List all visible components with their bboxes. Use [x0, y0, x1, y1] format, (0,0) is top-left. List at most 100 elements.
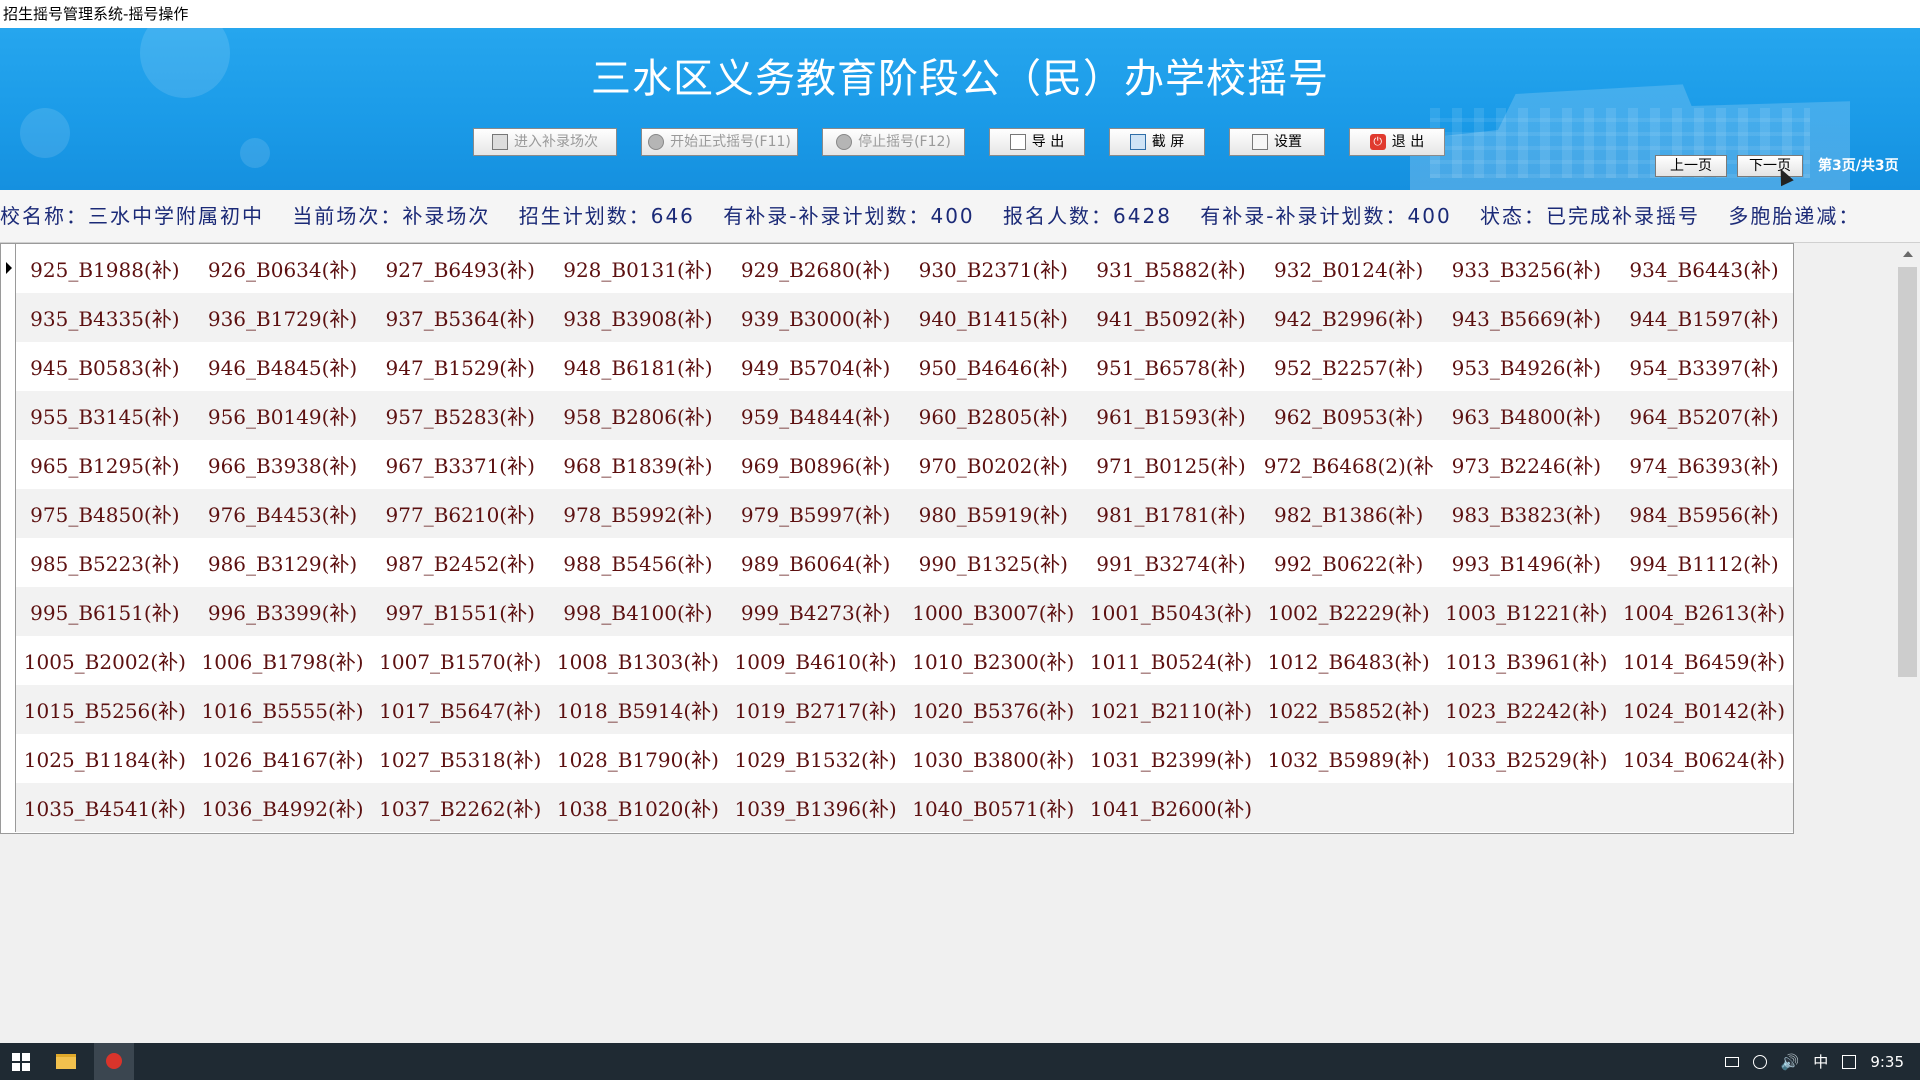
- grid-cell[interactable]: 954_B3397(补): [1615, 342, 1793, 391]
- grid-cell[interactable]: 977_B6210(补): [371, 489, 549, 538]
- grid-cell[interactable]: 930_B2371(补): [904, 244, 1082, 293]
- export-button[interactable]: 导 出: [989, 128, 1085, 156]
- grid-cell[interactable]: 990_B1325(补): [904, 538, 1082, 587]
- row-header[interactable]: [1, 734, 16, 783]
- grid-cell[interactable]: 931_B5882(补): [1082, 244, 1260, 293]
- battery-icon[interactable]: [1724, 1056, 1739, 1067]
- grid-cell[interactable]: 996_B3399(补): [194, 587, 372, 636]
- grid-cell[interactable]: 992_B0622(补): [1260, 538, 1438, 587]
- row-header[interactable]: [1, 685, 16, 734]
- grid-cell[interactable]: 972_B6468(2)(补: [1260, 440, 1438, 489]
- grid-cell[interactable]: 948_B6181(补): [549, 342, 727, 391]
- grid-cell[interactable]: 1015_B5256(补): [16, 685, 194, 734]
- grid-cell[interactable]: 969_B0896(补): [727, 440, 905, 489]
- grid-cell[interactable]: 1019_B2717(补): [727, 685, 905, 734]
- next-page-button[interactable]: 下一页: [1737, 155, 1803, 177]
- grid-cell[interactable]: 1010_B2300(补): [904, 636, 1082, 685]
- grid-row[interactable]: 1005_B2002(补) 1006_B1798(补) 1007_B1570(补) 1…: [1, 636, 1793, 685]
- grid-cell[interactable]: 950_B4646(补): [904, 342, 1082, 391]
- grid-cell[interactable]: 994_B1112(补): [1615, 538, 1793, 587]
- grid-cell[interactable]: 1002_B2229(补): [1260, 587, 1438, 636]
- grid-cell[interactable]: 960_B2805(补): [904, 391, 1082, 440]
- row-header[interactable]: [1, 783, 16, 832]
- row-header[interactable]: [1, 440, 16, 489]
- grid-cell[interactable]: 981_B1781(补): [1082, 489, 1260, 538]
- grid-row[interactable]: 1015_B5256(补) 1016_B5555(补) 1017_B5647(补) 1…: [1, 685, 1793, 734]
- grid-row[interactable]: 925_B1988(补) 926_B0634(补) 927_B6493(补) 928_…: [1, 244, 1793, 293]
- grid-row[interactable]: 945_B0583(补) 946_B4845(补) 947_B1529(补) 948_…: [1, 342, 1793, 391]
- grid-cell[interactable]: 936_B1729(补): [194, 293, 372, 342]
- grid-row[interactable]: 1025_B1184(补) 1026_B4167(补) 1027_B5318(补) 1…: [1, 734, 1793, 783]
- grid-cell[interactable]: 988_B5456(补): [549, 538, 727, 587]
- grid-cell[interactable]: 1021_B2110(补): [1082, 685, 1260, 734]
- grid-cell[interactable]: 956_B0149(补): [194, 391, 372, 440]
- grid-cell[interactable]: 958_B2806(补): [549, 391, 727, 440]
- grid-cell[interactable]: 940_B1415(补): [904, 293, 1082, 342]
- grid-cell[interactable]: 1027_B5318(补): [371, 734, 549, 783]
- grid-cell[interactable]: 1001_B5043(补): [1082, 587, 1260, 636]
- grid-cell[interactable]: 982_B1386(补): [1260, 489, 1438, 538]
- grid-cell[interactable]: 1035_B4541(补): [16, 783, 194, 832]
- grid-cell[interactable]: 1006_B1798(补): [194, 636, 372, 685]
- grid-cell[interactable]: 1013_B3961(补): [1438, 636, 1616, 685]
- file-explorer-icon[interactable]: [56, 1054, 76, 1069]
- grid-cell[interactable]: 933_B3256(补): [1438, 244, 1616, 293]
- grid-cell[interactable]: 927_B6493(补): [371, 244, 549, 293]
- exit-button[interactable]: ⏻ 退 出: [1349, 128, 1445, 156]
- row-header[interactable]: [1, 293, 16, 342]
- row-header[interactable]: [1, 587, 16, 636]
- grid-cell[interactable]: 935_B4335(补): [16, 293, 194, 342]
- grid-cell[interactable]: 1016_B5555(补): [194, 685, 372, 734]
- grid-cell[interactable]: 965_B1295(补): [16, 440, 194, 489]
- grid-cell[interactable]: 1037_B2262(补): [371, 783, 549, 832]
- grid-cell[interactable]: 967_B3371(补): [371, 440, 549, 489]
- network-icon[interactable]: [1752, 1054, 1767, 1069]
- row-header[interactable]: [1, 391, 16, 440]
- grid-cell[interactable]: 968_B1839(补): [549, 440, 727, 489]
- grid-cell[interactable]: 1022_B5852(补): [1260, 685, 1438, 734]
- start-formal-draw-button[interactable]: 开始正式摇号(F11): [641, 128, 798, 156]
- grid-cell[interactable]: 1023_B2242(补): [1438, 685, 1616, 734]
- grid-cell[interactable]: 997_B1551(补): [371, 587, 549, 636]
- grid-cell[interactable]: 952_B2257(补): [1260, 342, 1438, 391]
- grid-cell[interactable]: 991_B3274(补): [1082, 538, 1260, 587]
- grid-cell[interactable]: 1041_B2600(补): [1082, 783, 1260, 832]
- taskbar-app-lottery[interactable]: [94, 1043, 134, 1080]
- grid-cell[interactable]: 946_B4845(补): [194, 342, 372, 391]
- grid-cell[interactable]: 1018_B5914(补): [549, 685, 727, 734]
- grid-cell[interactable]: 953_B4926(补): [1438, 342, 1616, 391]
- grid-cell[interactable]: 1034_B0624(补): [1615, 734, 1793, 783]
- grid-cell[interactable]: 1031_B2399(补): [1082, 734, 1260, 783]
- grid-cell[interactable]: 947_B1529(补): [371, 342, 549, 391]
- grid-cell[interactable]: 971_B0125(补): [1082, 440, 1260, 489]
- grid-cell[interactable]: 938_B3908(补): [549, 293, 727, 342]
- grid-cell[interactable]: [1260, 783, 1438, 832]
- grid-cell[interactable]: 937_B5364(补): [371, 293, 549, 342]
- grid-cell[interactable]: 1017_B5647(补): [371, 685, 549, 734]
- grid-row[interactable]: 1035_B4541(补) 1036_B4992(补) 1037_B2262(补) 1…: [1, 783, 1793, 832]
- grid-cell[interactable]: 975_B4850(补): [16, 489, 194, 538]
- vertical-scrollbar[interactable]: [1895, 243, 1920, 1043]
- grid-cell[interactable]: 987_B2452(补): [371, 538, 549, 587]
- grid-cell[interactable]: 957_B5283(补): [371, 391, 549, 440]
- grid-cell[interactable]: 1026_B4167(补): [194, 734, 372, 783]
- settings-button[interactable]: 设置: [1229, 128, 1325, 156]
- grid-cell[interactable]: 1030_B3800(补): [904, 734, 1082, 783]
- grid-cell[interactable]: 961_B1593(补): [1082, 391, 1260, 440]
- grid-cell[interactable]: 945_B0583(补): [16, 342, 194, 391]
- grid-cell[interactable]: 1029_B1532(补): [727, 734, 905, 783]
- prev-page-button[interactable]: 上一页: [1655, 155, 1727, 177]
- grid-cell[interactable]: 942_B2996(补): [1260, 293, 1438, 342]
- grid-cell[interactable]: 964_B5207(补): [1615, 391, 1793, 440]
- grid-cell[interactable]: 963_B4800(补): [1438, 391, 1616, 440]
- ime-indicator[interactable]: 中: [1813, 1051, 1828, 1072]
- grid-cell[interactable]: 1033_B2529(补): [1438, 734, 1616, 783]
- clock[interactable]: 9:35: [1870, 1053, 1904, 1071]
- grid-cell[interactable]: 989_B6064(补): [727, 538, 905, 587]
- grid-cell[interactable]: 998_B4100(补): [549, 587, 727, 636]
- row-header[interactable]: [1, 489, 16, 538]
- stop-draw-button[interactable]: 停止摇号(F12): [822, 128, 965, 156]
- grid-row[interactable]: 965_B1295(补) 966_B3938(补) 967_B3371(补) 968_…: [1, 440, 1793, 489]
- grid-cell[interactable]: 984_B5956(补): [1615, 489, 1793, 538]
- grid-cell[interactable]: 980_B5919(补): [904, 489, 1082, 538]
